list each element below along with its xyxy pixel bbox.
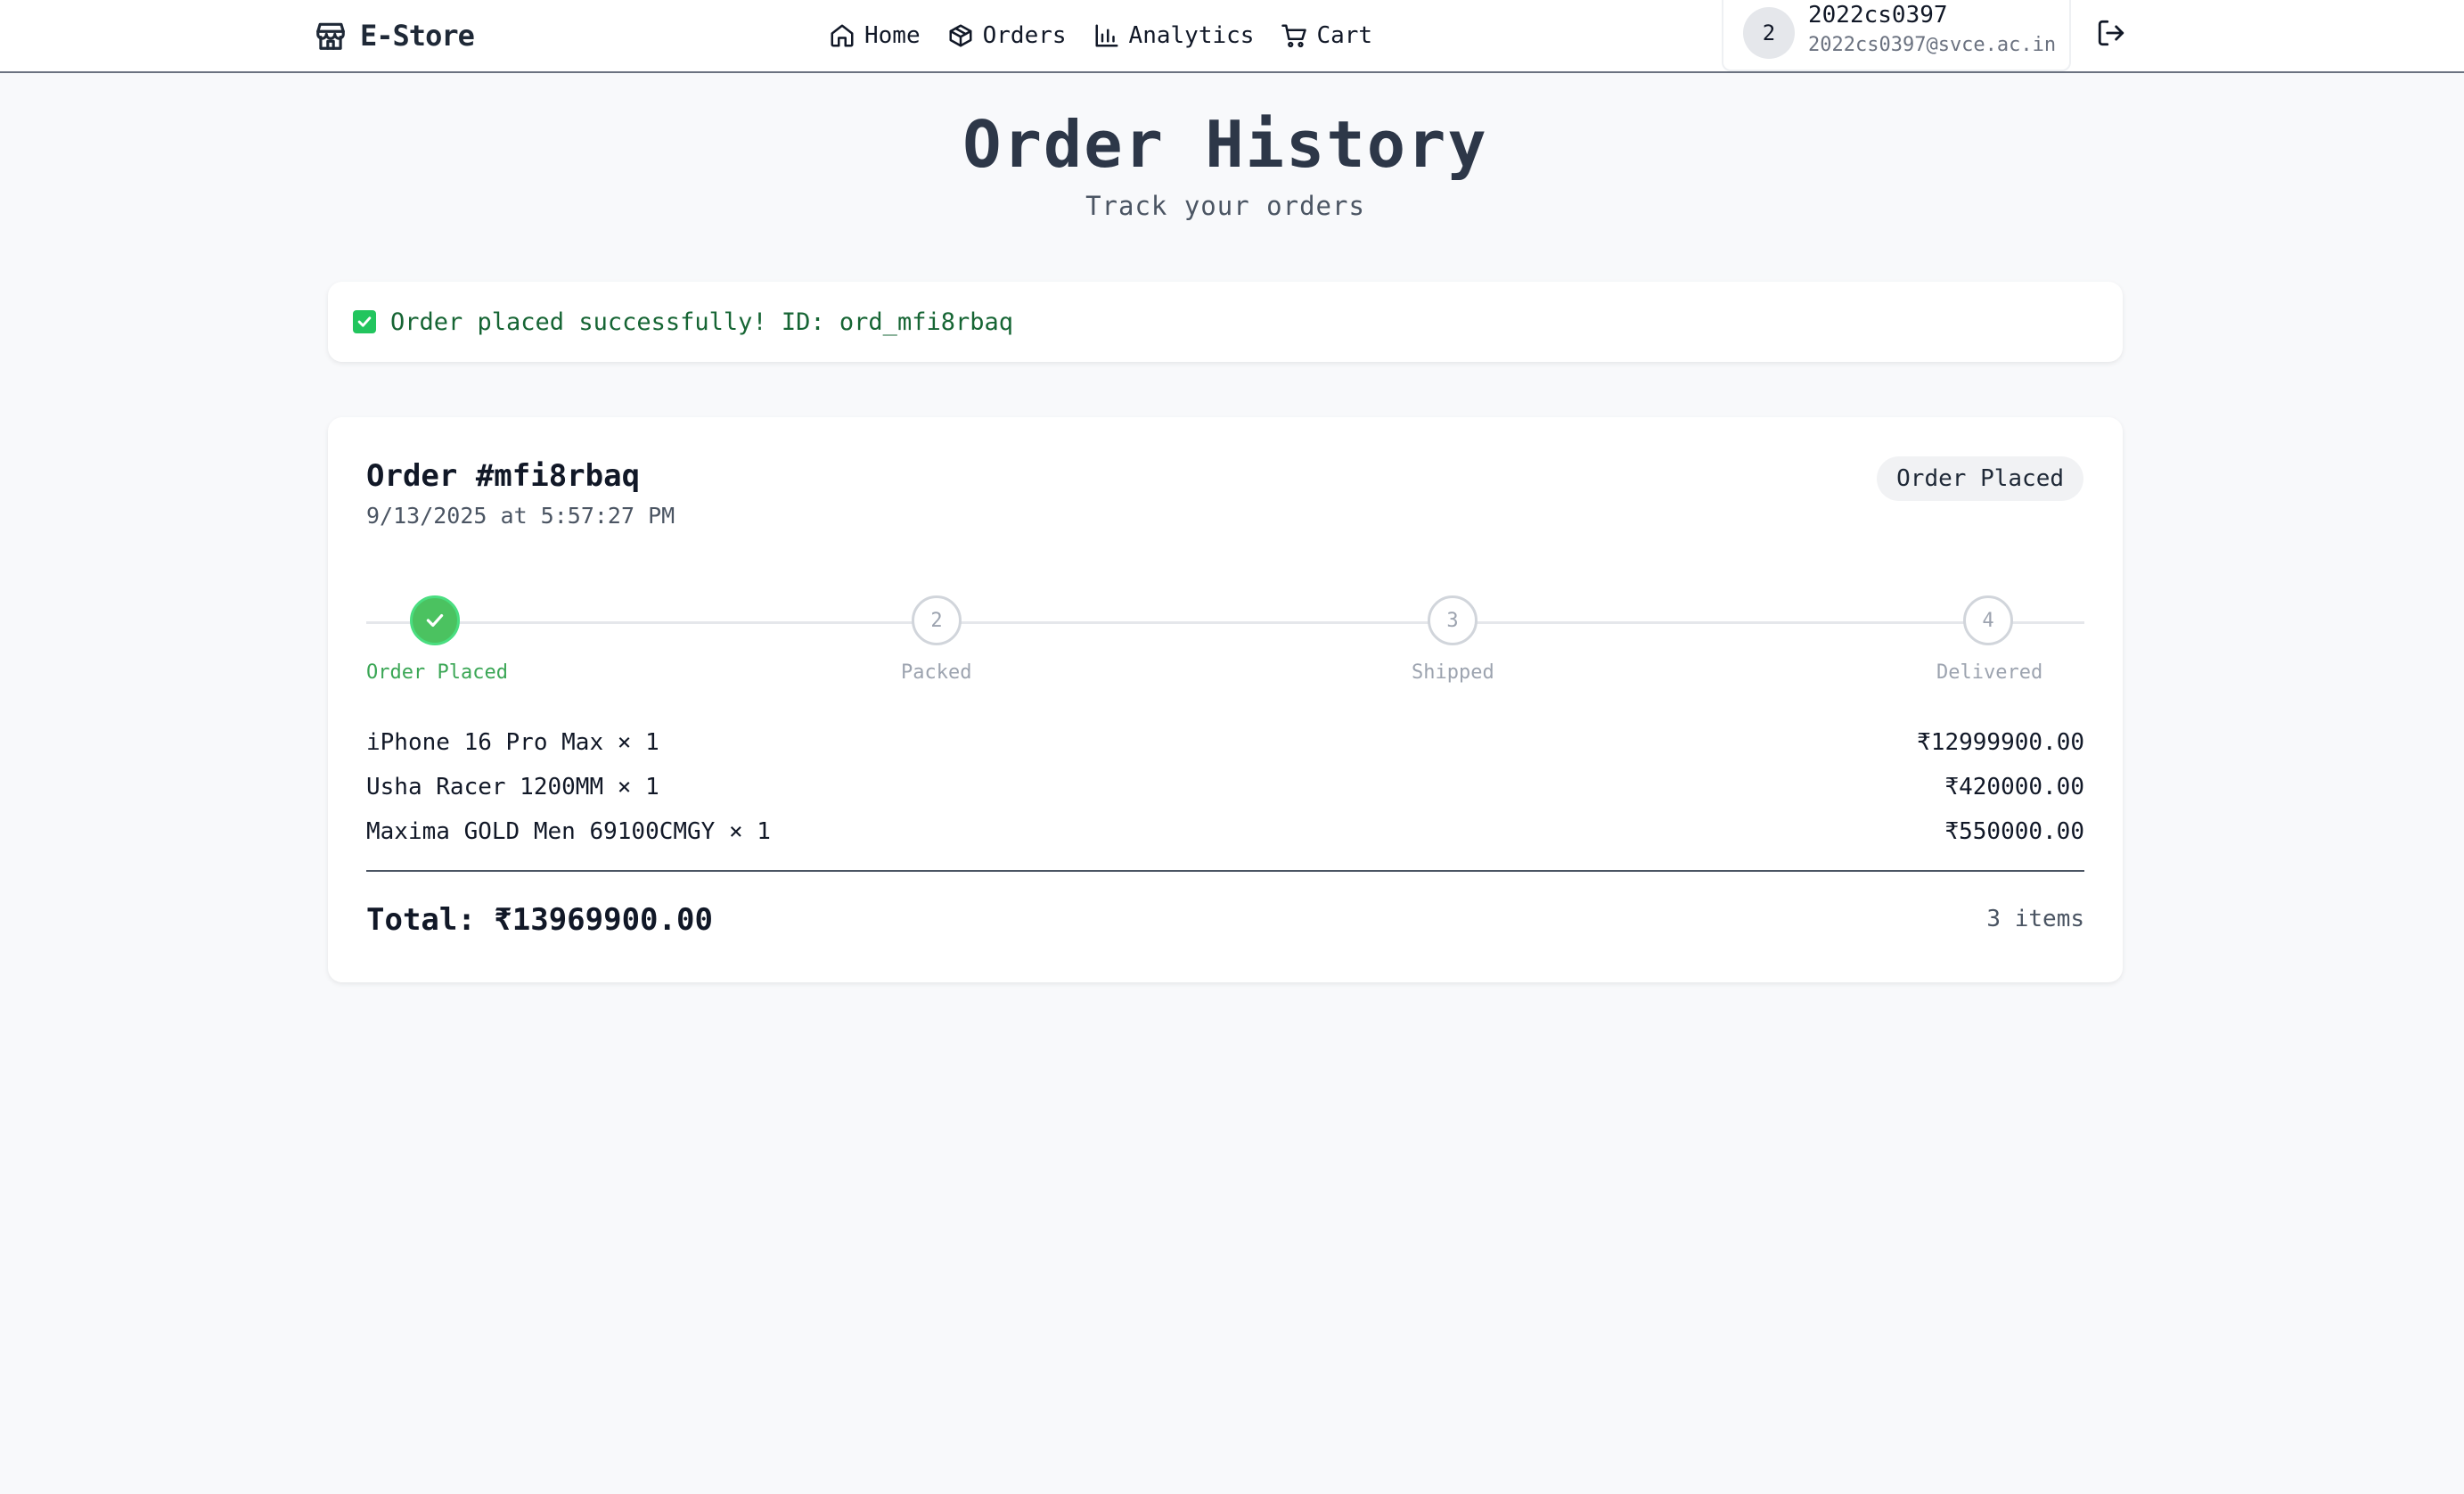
step-circle: 4 bbox=[1963, 595, 2013, 645]
item-name: iPhone 16 Pro Max × 1 bbox=[366, 729, 659, 756]
nav-home-label: Home bbox=[864, 22, 921, 49]
list-item: Usha Racer 1200MM × 1 ₹420000.00 bbox=[366, 765, 2084, 809]
brand-name: E-Store bbox=[360, 19, 475, 53]
order-total: Total: ₹13969900.00 bbox=[366, 902, 713, 938]
item-price: ₹550000.00 bbox=[1944, 818, 2084, 845]
nav-home[interactable]: Home bbox=[829, 22, 921, 49]
step-circle: 2 bbox=[912, 595, 962, 645]
step-circle: 3 bbox=[1428, 595, 1478, 645]
nav-cart[interactable]: Cart bbox=[1281, 22, 1372, 49]
check-box-icon bbox=[353, 310, 376, 333]
avatar: 2 bbox=[1743, 7, 1795, 59]
check-icon bbox=[426, 613, 444, 628]
nav-cart-label: Cart bbox=[1316, 22, 1373, 49]
cart-icon bbox=[1281, 24, 1307, 48]
logout-icon bbox=[2098, 20, 2124, 46]
bar-chart-icon bbox=[1095, 24, 1118, 47]
page-title: Order History bbox=[962, 107, 1488, 182]
item-name: Maxima GOLD Men 69100CMGY × 1 bbox=[366, 818, 771, 845]
step-done-circle bbox=[410, 595, 460, 645]
order-date: 9/13/2025 at 5:57:27 PM bbox=[366, 503, 675, 529]
box-icon bbox=[949, 24, 972, 47]
user-email: 2022cs0397@svce.ac.in bbox=[1808, 34, 2057, 56]
step-label: Order Placed bbox=[366, 661, 508, 684]
store-icon bbox=[316, 22, 345, 50]
nav-orders-label: Orders bbox=[982, 22, 1067, 49]
page-subtitle: Track your orders bbox=[1085, 191, 1365, 221]
logout-button[interactable] bbox=[2092, 14, 2130, 52]
user-name: 2022cs0397 bbox=[1808, 2, 1948, 29]
nav-orders[interactable]: Orders bbox=[947, 22, 1067, 49]
status-badge: Order Placed bbox=[1877, 456, 2083, 501]
home-icon bbox=[831, 24, 854, 47]
list-item: Maxima GOLD Men 69100CMGY × 1 ₹550000.00 bbox=[366, 809, 2084, 854]
item-count: 3 items bbox=[1986, 906, 2084, 932]
item-name: Usha Racer 1200MM × 1 bbox=[366, 774, 659, 800]
order-items-list: iPhone 16 Pro Max × 1 ₹12999900.00 Usha … bbox=[366, 720, 2084, 854]
success-banner: Order placed successfully! ID: ord_mfi8r… bbox=[328, 282, 2123, 362]
main-nav: Home Orders Analytics Cart bbox=[829, 12, 1372, 59]
step-label: Packed bbox=[901, 661, 972, 684]
brand-logo[interactable]: E-Store bbox=[314, 12, 475, 59]
list-item: iPhone 16 Pro Max × 1 ₹12999900.00 bbox=[366, 720, 2084, 765]
order-card: Order #mfi8rbaq 9/13/2025 at 5:57:27 PM … bbox=[328, 417, 2123, 982]
item-price: ₹12999900.00 bbox=[1917, 729, 2084, 756]
success-message: Order placed successfully! ID: ord_mfi8r… bbox=[390, 308, 1013, 336]
divider bbox=[366, 870, 2084, 872]
order-progress-tracker: Order Placed 2 Packed 3 Shipped 4 Delive… bbox=[366, 595, 2084, 685]
nav-analytics[interactable]: Analytics bbox=[1093, 22, 1255, 49]
step-label: Shipped bbox=[1412, 661, 1494, 684]
nav-analytics-label: Analytics bbox=[1128, 22, 1255, 49]
top-navbar: E-Store Home Orders Analytics Cart 2 202… bbox=[0, 0, 2464, 73]
step-label: Delivered bbox=[1936, 661, 2043, 684]
order-title: Order #mfi8rbaq bbox=[366, 458, 641, 494]
item-price: ₹420000.00 bbox=[1944, 774, 2084, 800]
user-profile[interactable]: 2 2022cs0397 2022cs0397@svce.ac.in bbox=[1722, 0, 2071, 71]
progress-line bbox=[366, 621, 2084, 624]
